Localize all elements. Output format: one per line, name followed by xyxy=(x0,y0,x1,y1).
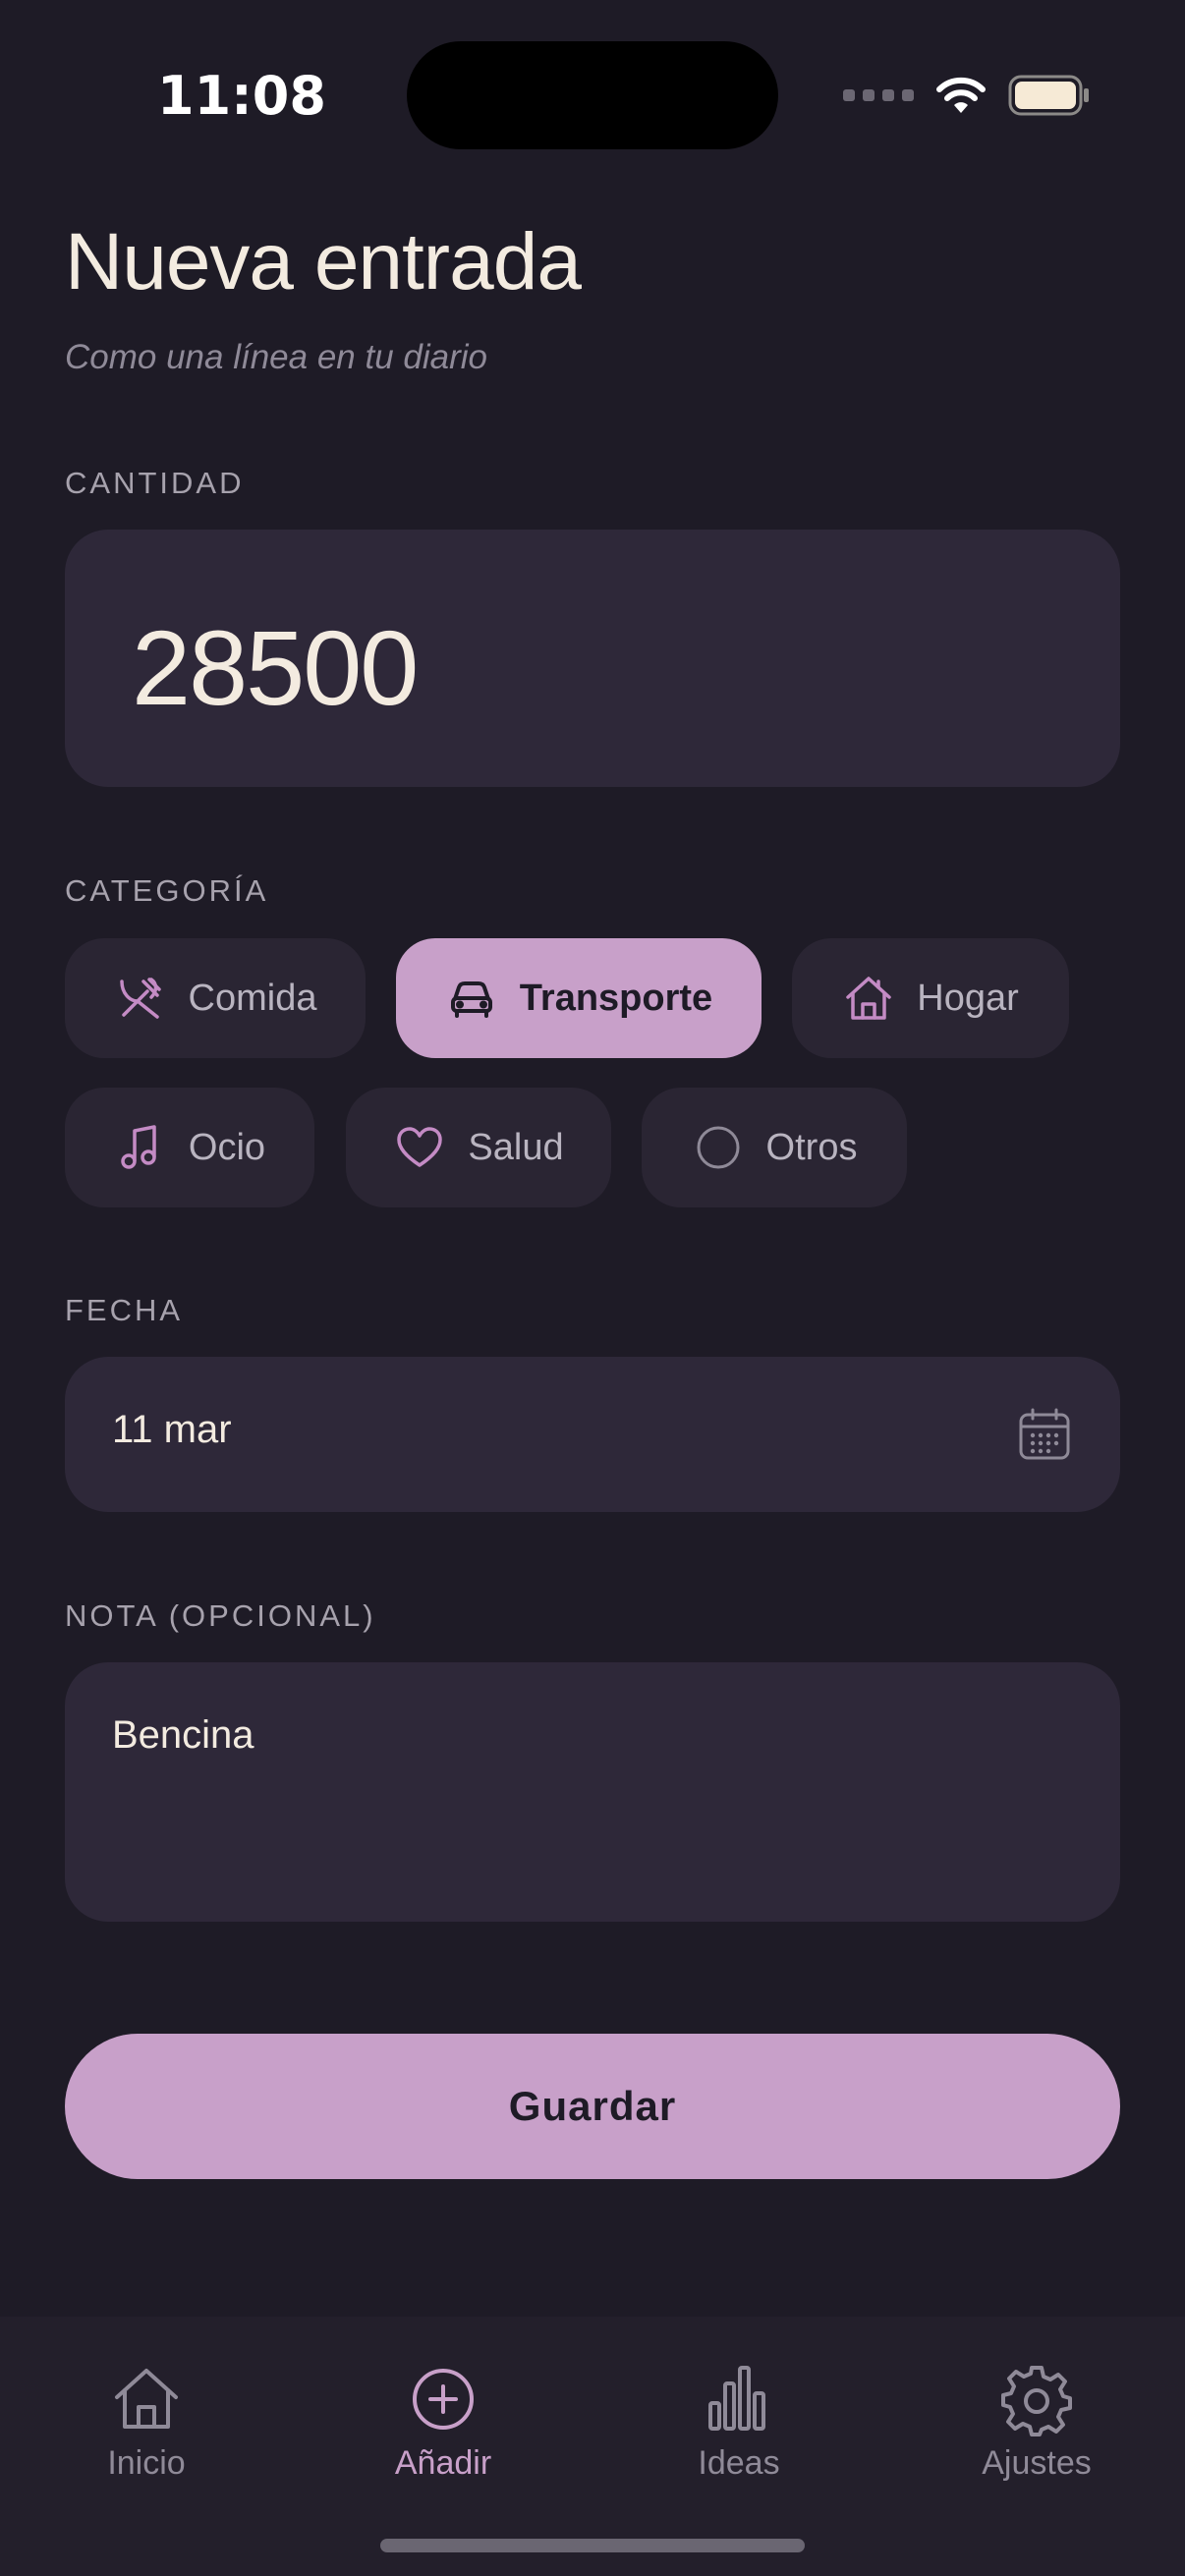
wifi-icon xyxy=(936,77,986,113)
category-chip-transporte[interactable]: Transporte xyxy=(396,938,762,1058)
tab-label: Inicio xyxy=(107,2444,186,2482)
cellular-signal-icon xyxy=(843,89,914,101)
category-chip-otros[interactable]: Otros xyxy=(642,1088,907,1207)
bar-chart-icon xyxy=(708,2366,765,2431)
new-entry-screen: 11:08 Nueva entrada Como una línea en tu… xyxy=(0,0,1185,2576)
category-chip-label: Hogar xyxy=(917,977,1019,1019)
save-button[interactable]: Guardar xyxy=(65,2034,1120,2179)
category-chip-label: Salud xyxy=(468,1126,564,1168)
status-time: 11:08 xyxy=(157,65,326,127)
category-chip-hogar[interactable]: Hogar xyxy=(792,938,1069,1058)
battery-icon xyxy=(1008,75,1089,116)
calendar-icon[interactable] xyxy=(1016,1406,1073,1463)
tab-label: Añadir xyxy=(394,2444,492,2482)
home-indicator[interactable] xyxy=(380,2539,805,2552)
note-label: NOTA (OPCIONAL) xyxy=(65,1598,376,1633)
tab-label: Ideas xyxy=(698,2444,780,2482)
tab-label: Ajustes xyxy=(982,2444,1092,2482)
category-chip-label: Otros xyxy=(765,1126,858,1168)
music-note-icon xyxy=(121,1125,156,1169)
tab-ajustes[interactable]: Ajustes xyxy=(938,2362,1135,2483)
page-subtitle: Como una línea en tu diario xyxy=(65,338,487,376)
amount-input[interactable]: 28500 xyxy=(65,530,1120,787)
date-value: 11 mar xyxy=(112,1408,232,1451)
status-icons xyxy=(843,71,1091,120)
amount-value[interactable]: 28500 xyxy=(132,606,419,729)
category-chip-comida[interactable]: Comida xyxy=(65,938,366,1058)
category-chip-label: Ocio xyxy=(188,1126,266,1168)
heart-icon xyxy=(397,1127,443,1167)
category-chip-label: Transporte xyxy=(519,977,713,1019)
car-icon xyxy=(450,981,492,1018)
date-picker[interactable]: 11 mar xyxy=(65,1357,1120,1512)
date-label: FECHA xyxy=(65,1293,184,1327)
dynamic-island xyxy=(407,41,778,149)
amount-label: CANTIDAD xyxy=(65,466,245,500)
note-value[interactable]: Bencina xyxy=(112,1713,254,1758)
category-chip-label: Comida xyxy=(188,977,317,1019)
page-title: Nueva entrada xyxy=(65,217,582,307)
house-icon xyxy=(846,977,891,1020)
plus-circle-icon xyxy=(413,2369,474,2430)
tab-bar: Inicio Añadir Ideas Ajustes xyxy=(0,2317,1185,2576)
circle-icon xyxy=(697,1126,740,1169)
tab-anadir[interactable]: Añadir xyxy=(345,2362,541,2483)
home-icon xyxy=(115,2369,178,2429)
category-chip-ocio[interactable]: Ocio xyxy=(65,1088,314,1207)
note-input[interactable]: Bencina xyxy=(65,1662,1120,1922)
tab-inicio[interactable]: Inicio xyxy=(48,2362,245,2483)
gear-icon xyxy=(1001,2366,1072,2436)
tab-ideas[interactable]: Ideas xyxy=(641,2362,837,2483)
fork-knife-icon xyxy=(119,978,161,1019)
category-chip-salud[interactable]: Salud xyxy=(346,1088,611,1207)
category-label: CATEGORÍA xyxy=(65,873,269,908)
